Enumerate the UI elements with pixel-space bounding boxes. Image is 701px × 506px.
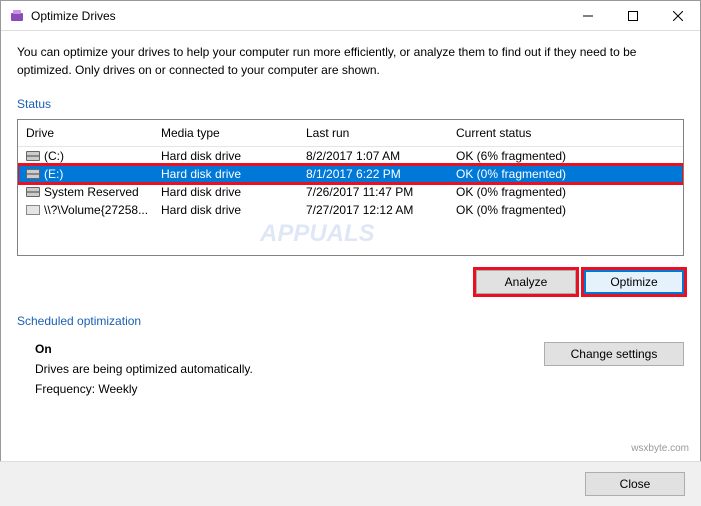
scheduled-label: Scheduled optimization: [17, 314, 684, 328]
drive-icon: [26, 169, 40, 179]
window-controls: [565, 1, 700, 30]
table-body: (C:) Hard disk drive 8/2/2017 1:07 AM OK…: [18, 147, 683, 255]
scheduled-on: On: [35, 342, 544, 356]
minimize-button[interactable]: [565, 1, 610, 30]
header-lastrun[interactable]: Last run: [298, 120, 448, 146]
last-run: 7/27/2017 12:12 AM: [298, 202, 448, 218]
table-row[interactable]: (E:) Hard disk drive 8/1/2017 6:22 PM OK…: [18, 165, 683, 183]
close-button[interactable]: [655, 1, 700, 30]
status-label: Status: [17, 97, 684, 111]
drive-name: (E:): [44, 167, 63, 181]
header-status[interactable]: Current status: [448, 120, 683, 146]
media-type: Hard disk drive: [153, 184, 298, 200]
action-buttons: Analyze Optimize: [17, 270, 684, 294]
page-description: You can optimize your drives to help you…: [17, 43, 684, 79]
drive-icon: [26, 205, 40, 215]
media-type: Hard disk drive: [153, 166, 298, 182]
table-header: Drive Media type Last run Current status: [18, 120, 683, 147]
drive-icon: [26, 151, 40, 161]
current-status: OK (0% fragmented): [448, 166, 683, 182]
optimize-button[interactable]: Optimize: [584, 270, 684, 294]
titlebar: Optimize Drives: [1, 1, 700, 31]
table-row[interactable]: (C:) Hard disk drive 8/2/2017 1:07 AM OK…: [18, 147, 683, 165]
header-drive[interactable]: Drive: [18, 120, 153, 146]
last-run: 8/2/2017 1:07 AM: [298, 148, 448, 164]
table-row[interactable]: System Reserved Hard disk drive 7/26/201…: [18, 183, 683, 201]
current-status: OK (6% fragmented): [448, 148, 683, 164]
media-type: Hard disk drive: [153, 148, 298, 164]
watermark-text: wsxbyte.com: [631, 443, 689, 454]
maximize-button[interactable]: [610, 1, 655, 30]
scheduled-section: Scheduled optimization On Drives are bei…: [17, 314, 684, 396]
analyze-button[interactable]: Analyze: [476, 270, 576, 294]
drive-icon: [26, 187, 40, 197]
last-run: 7/26/2017 11:47 PM: [298, 184, 448, 200]
table-row[interactable]: \\?\Volume{27258... Hard disk drive 7/27…: [18, 201, 683, 219]
scheduled-frequency: Frequency: Weekly: [35, 382, 544, 396]
scheduled-desc: Drives are being optimized automatically…: [35, 362, 544, 376]
window-title: Optimize Drives: [31, 9, 565, 23]
footer: Close: [0, 461, 701, 506]
current-status: OK (0% fragmented): [448, 202, 683, 218]
drive-table: Drive Media type Last run Current status…: [17, 119, 684, 256]
drive-name: (C:): [44, 149, 64, 163]
current-status: OK (0% fragmented): [448, 184, 683, 200]
app-icon: [9, 8, 25, 24]
close-dialog-button[interactable]: Close: [585, 472, 685, 496]
drive-name: \\?\Volume{27258...: [44, 203, 148, 217]
header-media[interactable]: Media type: [153, 120, 298, 146]
last-run: 8/1/2017 6:22 PM: [298, 166, 448, 182]
media-type: Hard disk drive: [153, 202, 298, 218]
drive-name: System Reserved: [44, 185, 139, 199]
change-settings-button[interactable]: Change settings: [544, 342, 684, 366]
